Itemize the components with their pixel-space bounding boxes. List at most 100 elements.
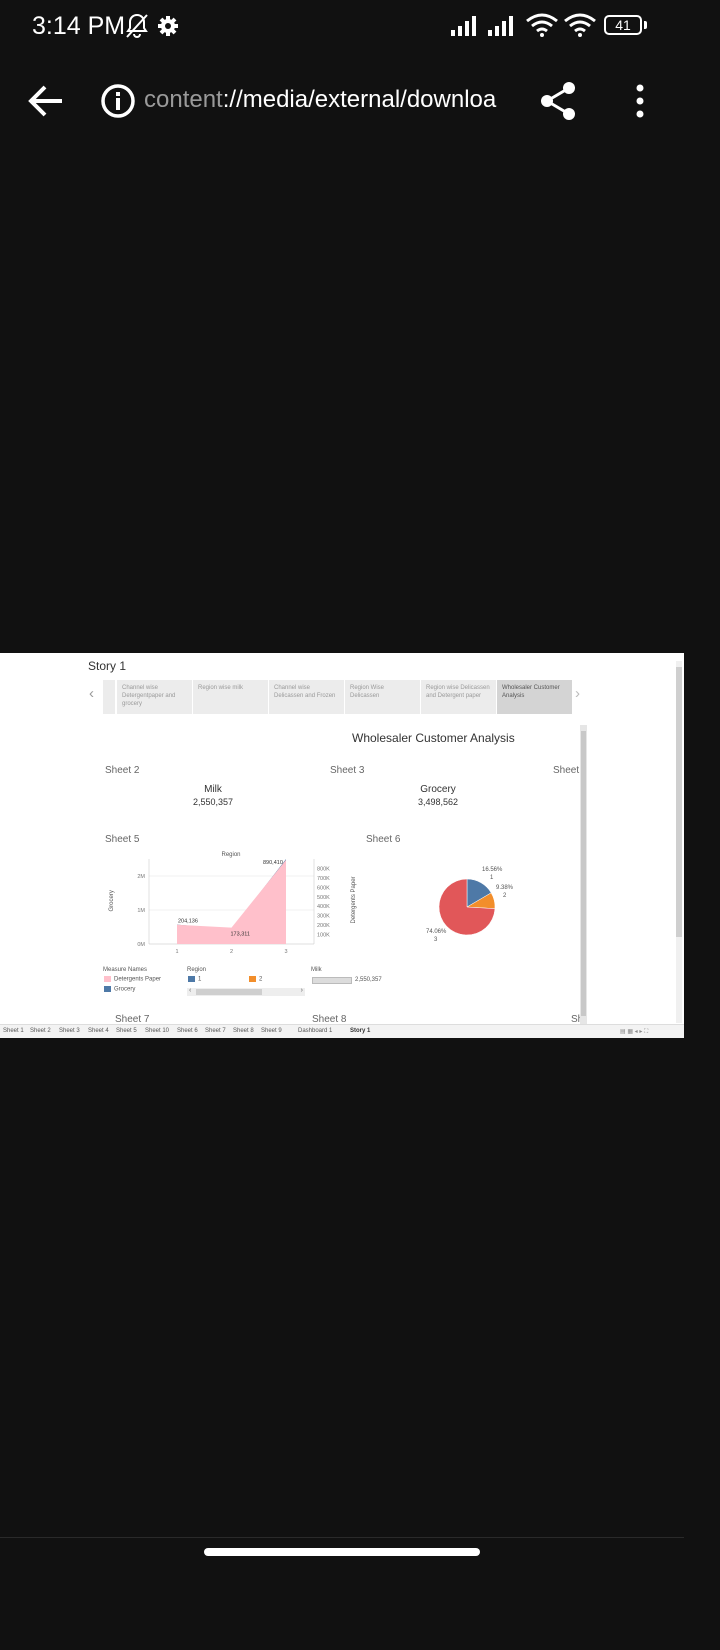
pie-slice-label: 2 [503,893,507,899]
legend-measure-title: Measure Names [103,967,148,973]
story-tab[interactable]: Region Wise Delicassen [345,680,421,714]
y2-axis-label: Detergents Paper [351,876,357,923]
kpi-label: Milk [204,784,222,795]
story-tab-active[interactable]: Wholesaler Customer Analysis [497,680,573,714]
battery-indicator: 41 [604,15,642,35]
sheet-tab[interactable]: Sheet 6 [177,1028,198,1034]
kpi-label: Grocery [420,784,456,795]
story-prev-button[interactable]: ‹ [89,685,94,702]
pie-percent-label: 74.06% [426,929,447,935]
scroll-right-arrow[interactable]: › [301,987,303,994]
milk-range-bar[interactable] [312,977,352,984]
sheet-tab[interactable]: Sheet 9 [261,1028,282,1034]
y2-tick-label: 600K [317,885,330,891]
legend-label: 2 [259,976,263,983]
sheet-tab[interactable]: Sheet 8 [233,1028,254,1034]
legend-swatch [104,976,111,982]
x-tick-label: 3 [284,949,287,955]
sheet-title: Sheet [553,765,580,776]
wifi-icon [564,13,596,37]
kpi-value: 3,498,562 [417,797,459,807]
y-tick-label: 1M [137,908,145,914]
sheet-tab[interactable]: Sheet 5 [116,1028,137,1034]
view-controls-icon[interactable]: ▤ ▦ ◂ ▸ ⛶ [620,1028,648,1036]
story-tab[interactable]: Channel wise Detergentpaper and grocery [117,680,193,714]
story-tab[interactable]: Channel wise Delicassen and Frozen [269,680,345,714]
status-bar: 3:14 PM 41 [0,0,684,52]
legend-region-title: Region [187,967,207,973]
page-scrollbar[interactable] [676,661,682,1023]
status-time: 3:14 PM [32,12,126,40]
legend-item[interactable]: Detergents Paper [104,976,161,983]
dashboard-title: Wholesaler Customer Analysis [352,731,515,745]
app-bar: content://media/external/downloa [0,60,684,140]
more-options-icon[interactable] [626,82,654,120]
pie-slice-label: 3 [434,937,438,943]
sheet-tab-bar: Sheet 1 Sheet 2 Sheet 3 Sheet 4 Sheet 5 … [0,1024,684,1038]
sheet-title: Sheet 5 [105,834,140,845]
sheet-tab[interactable]: Sheet 2 [30,1028,51,1034]
kpi-value: 2,550,357 [192,797,234,807]
dashboard-tab[interactable]: Dashboard 1 [298,1028,332,1034]
back-arrow-icon[interactable] [26,82,66,120]
share-icon[interactable] [538,80,580,122]
legend-item[interactable]: 1 [188,976,201,983]
sheet-tab[interactable]: Sheet 4 [88,1028,109,1034]
story-tab[interactable]: Region wise milk [193,680,269,714]
story-title: Story 1 [88,659,127,673]
url-field[interactable]: content://media/external/downloa [144,86,500,114]
url-path: ://media/external/downloa [222,86,497,113]
story-tabstrip: Channel wise Detergentpaper and grocery … [103,680,573,715]
scroll-thumb[interactable] [196,989,262,995]
wifi-icon [526,13,558,37]
sheet-title: Sheet 6 [366,834,401,845]
y2-tick-label: 500K [317,895,330,901]
data-label: 204,136 [178,919,198,925]
story-next-button[interactable]: › [575,685,580,702]
sheet-tab[interactable]: Sheet 1 [3,1028,24,1034]
legend-label: Grocery [114,986,136,993]
scroll-left-arrow[interactable]: ‹ [189,987,191,994]
y2-tick-label: 400K [317,904,330,910]
data-label: 890,410 [263,860,283,866]
scroll-thumb[interactable] [676,667,682,937]
nav-divider [0,1537,684,1538]
data-label: 173,311 [231,932,250,938]
pie-percent-label: 16.56% [482,867,503,873]
story-tab-bottom[interactable]: Story 1 [350,1028,370,1034]
story-tab-partial[interactable] [103,680,116,714]
url-scheme: content [144,86,223,113]
sheet-tab[interactable]: Sheet 3 [59,1028,80,1034]
sheet-tab[interactable]: Sheet 7 [205,1028,226,1034]
y2-tick-label: 700K [317,876,330,882]
x-tick-label: 2 [230,949,233,955]
home-indicator[interactable] [204,1548,480,1556]
story-tab[interactable]: Region wise Delicassen and Detergent pap… [421,680,497,714]
y2-tick-label: 200K [317,923,330,929]
signal-icon [451,16,476,36]
legend-swatch [188,976,195,982]
pie-percent-label: 9.38% [496,885,514,891]
legend-label: 1 [198,976,202,983]
sheet-tab[interactable]: Sheet 10 [145,1028,169,1034]
y2-tick-label: 300K [317,914,330,920]
legend-item[interactable]: 2 [249,976,262,983]
y2-tick-label: 800K [317,866,330,872]
sheet-title: Sheet 3 [330,765,365,776]
legend-item[interactable]: Grocery [104,986,135,993]
legend-swatch [104,986,111,992]
y2-tick-label: 100K [317,933,330,939]
y-tick-label: 0M [137,942,145,948]
legend-scrollbar[interactable]: ‹ › [187,987,305,996]
legend-milk-title: Milk [311,967,322,973]
dashboard-scrollbar[interactable] [580,725,587,1025]
legend-label: Detergents Paper [114,976,162,983]
y-axis-label: Grocery [109,890,115,911]
tableau-screenshot: Story 1 ‹ Channel wise Detergentpaper an… [0,653,684,1038]
x-tick-label: 1 [175,949,178,955]
scroll-thumb[interactable] [581,731,586,1016]
y-tick-label: 2M [137,874,145,880]
chart-title: Region [222,852,241,858]
area-chart: Region Grocery Detergents Paper 0M 1M 2M 100K 2… [109,852,357,955]
info-icon[interactable] [100,83,136,119]
